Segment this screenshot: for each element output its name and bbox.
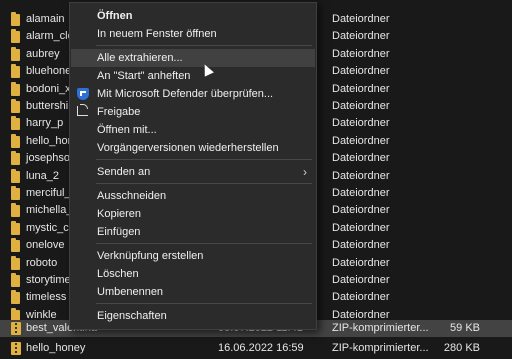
menu-item-label: Vorgängerversionen wiederherstellen <box>97 142 279 154</box>
file-type: ZIP-komprimierter... <box>332 342 429 354</box>
menu-item-label: Umbenennen <box>97 286 164 298</box>
file-type: Dateiordner <box>332 117 390 129</box>
menu-separator <box>96 243 312 244</box>
menu-item-label: Einfügen <box>97 226 141 238</box>
menu-separator <box>96 183 312 184</box>
menu-item[interactable]: Eigenschaften <box>71 307 315 325</box>
file-type: ZIP-komprimierter... <box>332 322 429 334</box>
menu-item[interactable]: Senden an › <box>71 163 315 181</box>
menu-item[interactable]: Mit Microsoft Defender überprüfen... <box>71 85 315 103</box>
menu-item[interactable]: In neuem Fenster öffnen <box>71 25 315 43</box>
folder-icon <box>11 238 20 252</box>
file-type: Dateiordner <box>332 135 390 147</box>
folder-icon <box>11 273 20 287</box>
menu-item-label: Verknüpfung erstellen <box>97 250 204 262</box>
menu-item[interactable]: An "Start" anheften <box>71 67 315 85</box>
file-size: 59 KB <box>450 322 480 334</box>
file-type: Dateiordner <box>332 222 390 234</box>
share-icon <box>77 104 88 116</box>
menu-item-label: An "Start" anheften <box>97 70 191 82</box>
file-type: Dateiordner <box>332 48 390 60</box>
menu-separator <box>96 303 312 304</box>
file-type: Dateiordner <box>332 100 390 112</box>
file-type: Dateiordner <box>332 83 390 95</box>
file-name: hello_honey <box>26 342 86 354</box>
menu-item[interactable]: Vorgängerversionen wiederherstellen <box>71 139 315 157</box>
file-row[interactable]: hello_honey 16.06.2022 16:59 ZIP-komprimie… <box>0 340 512 357</box>
menu-item[interactable]: Kopieren <box>71 205 315 223</box>
folder-icon <box>11 64 20 78</box>
file-name: onelove <box>26 239 65 251</box>
folder-icon <box>11 116 20 130</box>
menu-item[interactable]: Alle extrahieren... <box>71 49 315 67</box>
menu-item[interactable]: Verknüpfung erstellen <box>71 247 315 265</box>
folder-icon <box>11 99 20 113</box>
defender-shield-icon <box>77 88 89 100</box>
zip-file-icon <box>11 342 21 355</box>
menu-item-label: Öffnen mit... <box>97 124 157 136</box>
file-type: Dateiordner <box>332 274 390 286</box>
folder-icon <box>11 203 20 217</box>
menu-item[interactable]: Öffnen mit... <box>71 121 315 139</box>
folder-icon <box>11 256 20 270</box>
file-type: Dateiordner <box>332 170 390 182</box>
menu-item-label: Löschen <box>97 268 139 280</box>
menu-item-label: Eigenschaften <box>97 310 167 322</box>
folder-icon <box>11 12 20 26</box>
folder-icon <box>11 151 20 165</box>
file-type: Dateiordner <box>332 257 390 269</box>
file-name: alamain <box>26 13 65 25</box>
file-name: aubrey <box>26 48 60 60</box>
menu-item-label: Senden an <box>97 166 151 178</box>
menu-separator <box>96 159 312 160</box>
file-name: harry_p <box>26 117 64 129</box>
menu-item-label: Ausschneiden <box>97 190 167 202</box>
file-name: bodoni_xt <box>26 83 74 95</box>
file-type: Dateiordner <box>332 30 390 42</box>
menu-item-label: Mit Microsoft Defender überprüfen... <box>97 88 274 100</box>
file-type: Dateiordner <box>332 204 390 216</box>
menu-item[interactable]: Öffnen <box>71 7 315 25</box>
menu-item-label: Freigabe <box>97 106 141 118</box>
menu-item-label: Öffnen <box>97 10 133 22</box>
menu-separator <box>96 45 312 46</box>
menu-item[interactable]: Freigabe <box>71 103 315 121</box>
file-name: roboto <box>26 257 58 269</box>
folder-icon <box>11 221 20 235</box>
file-date: 16.06.2022 16:59 <box>218 342 304 354</box>
menu-item-label: In neuem Fenster öffnen <box>97 28 217 40</box>
file-type: Dateiordner <box>332 291 390 303</box>
file-type: Dateiordner <box>332 239 390 251</box>
folder-icon <box>11 134 20 148</box>
file-type: Dateiordner <box>332 65 390 77</box>
folder-icon <box>11 82 20 96</box>
file-name: luna_2 <box>26 170 60 182</box>
context-menu: Öffnen In neuem Fenster öffnen Alle extrah… <box>69 2 317 330</box>
folder-icon <box>11 169 20 183</box>
folder-icon <box>11 186 20 200</box>
menu-item[interactable]: Einfügen <box>71 223 315 241</box>
menu-item-label: Alle extrahieren... <box>97 52 183 64</box>
file-name: timeless <box>26 291 67 303</box>
file-type: Dateiordner <box>332 13 390 25</box>
zip-file-icon <box>11 322 21 335</box>
menu-item-label: Kopieren <box>97 208 142 220</box>
file-size: 280 KB <box>443 342 480 354</box>
folder-icon <box>11 290 20 304</box>
menu-item[interactable]: Löschen <box>71 265 315 283</box>
file-type: Dateiordner <box>332 152 390 164</box>
menu-item[interactable]: Ausschneiden <box>71 187 315 205</box>
chevron-right-icon: › <box>303 165 307 179</box>
menu-item[interactable]: Umbenennen <box>71 283 315 301</box>
folder-icon <box>11 29 20 43</box>
file-type: Dateiordner <box>332 187 390 199</box>
folder-icon <box>11 47 20 61</box>
